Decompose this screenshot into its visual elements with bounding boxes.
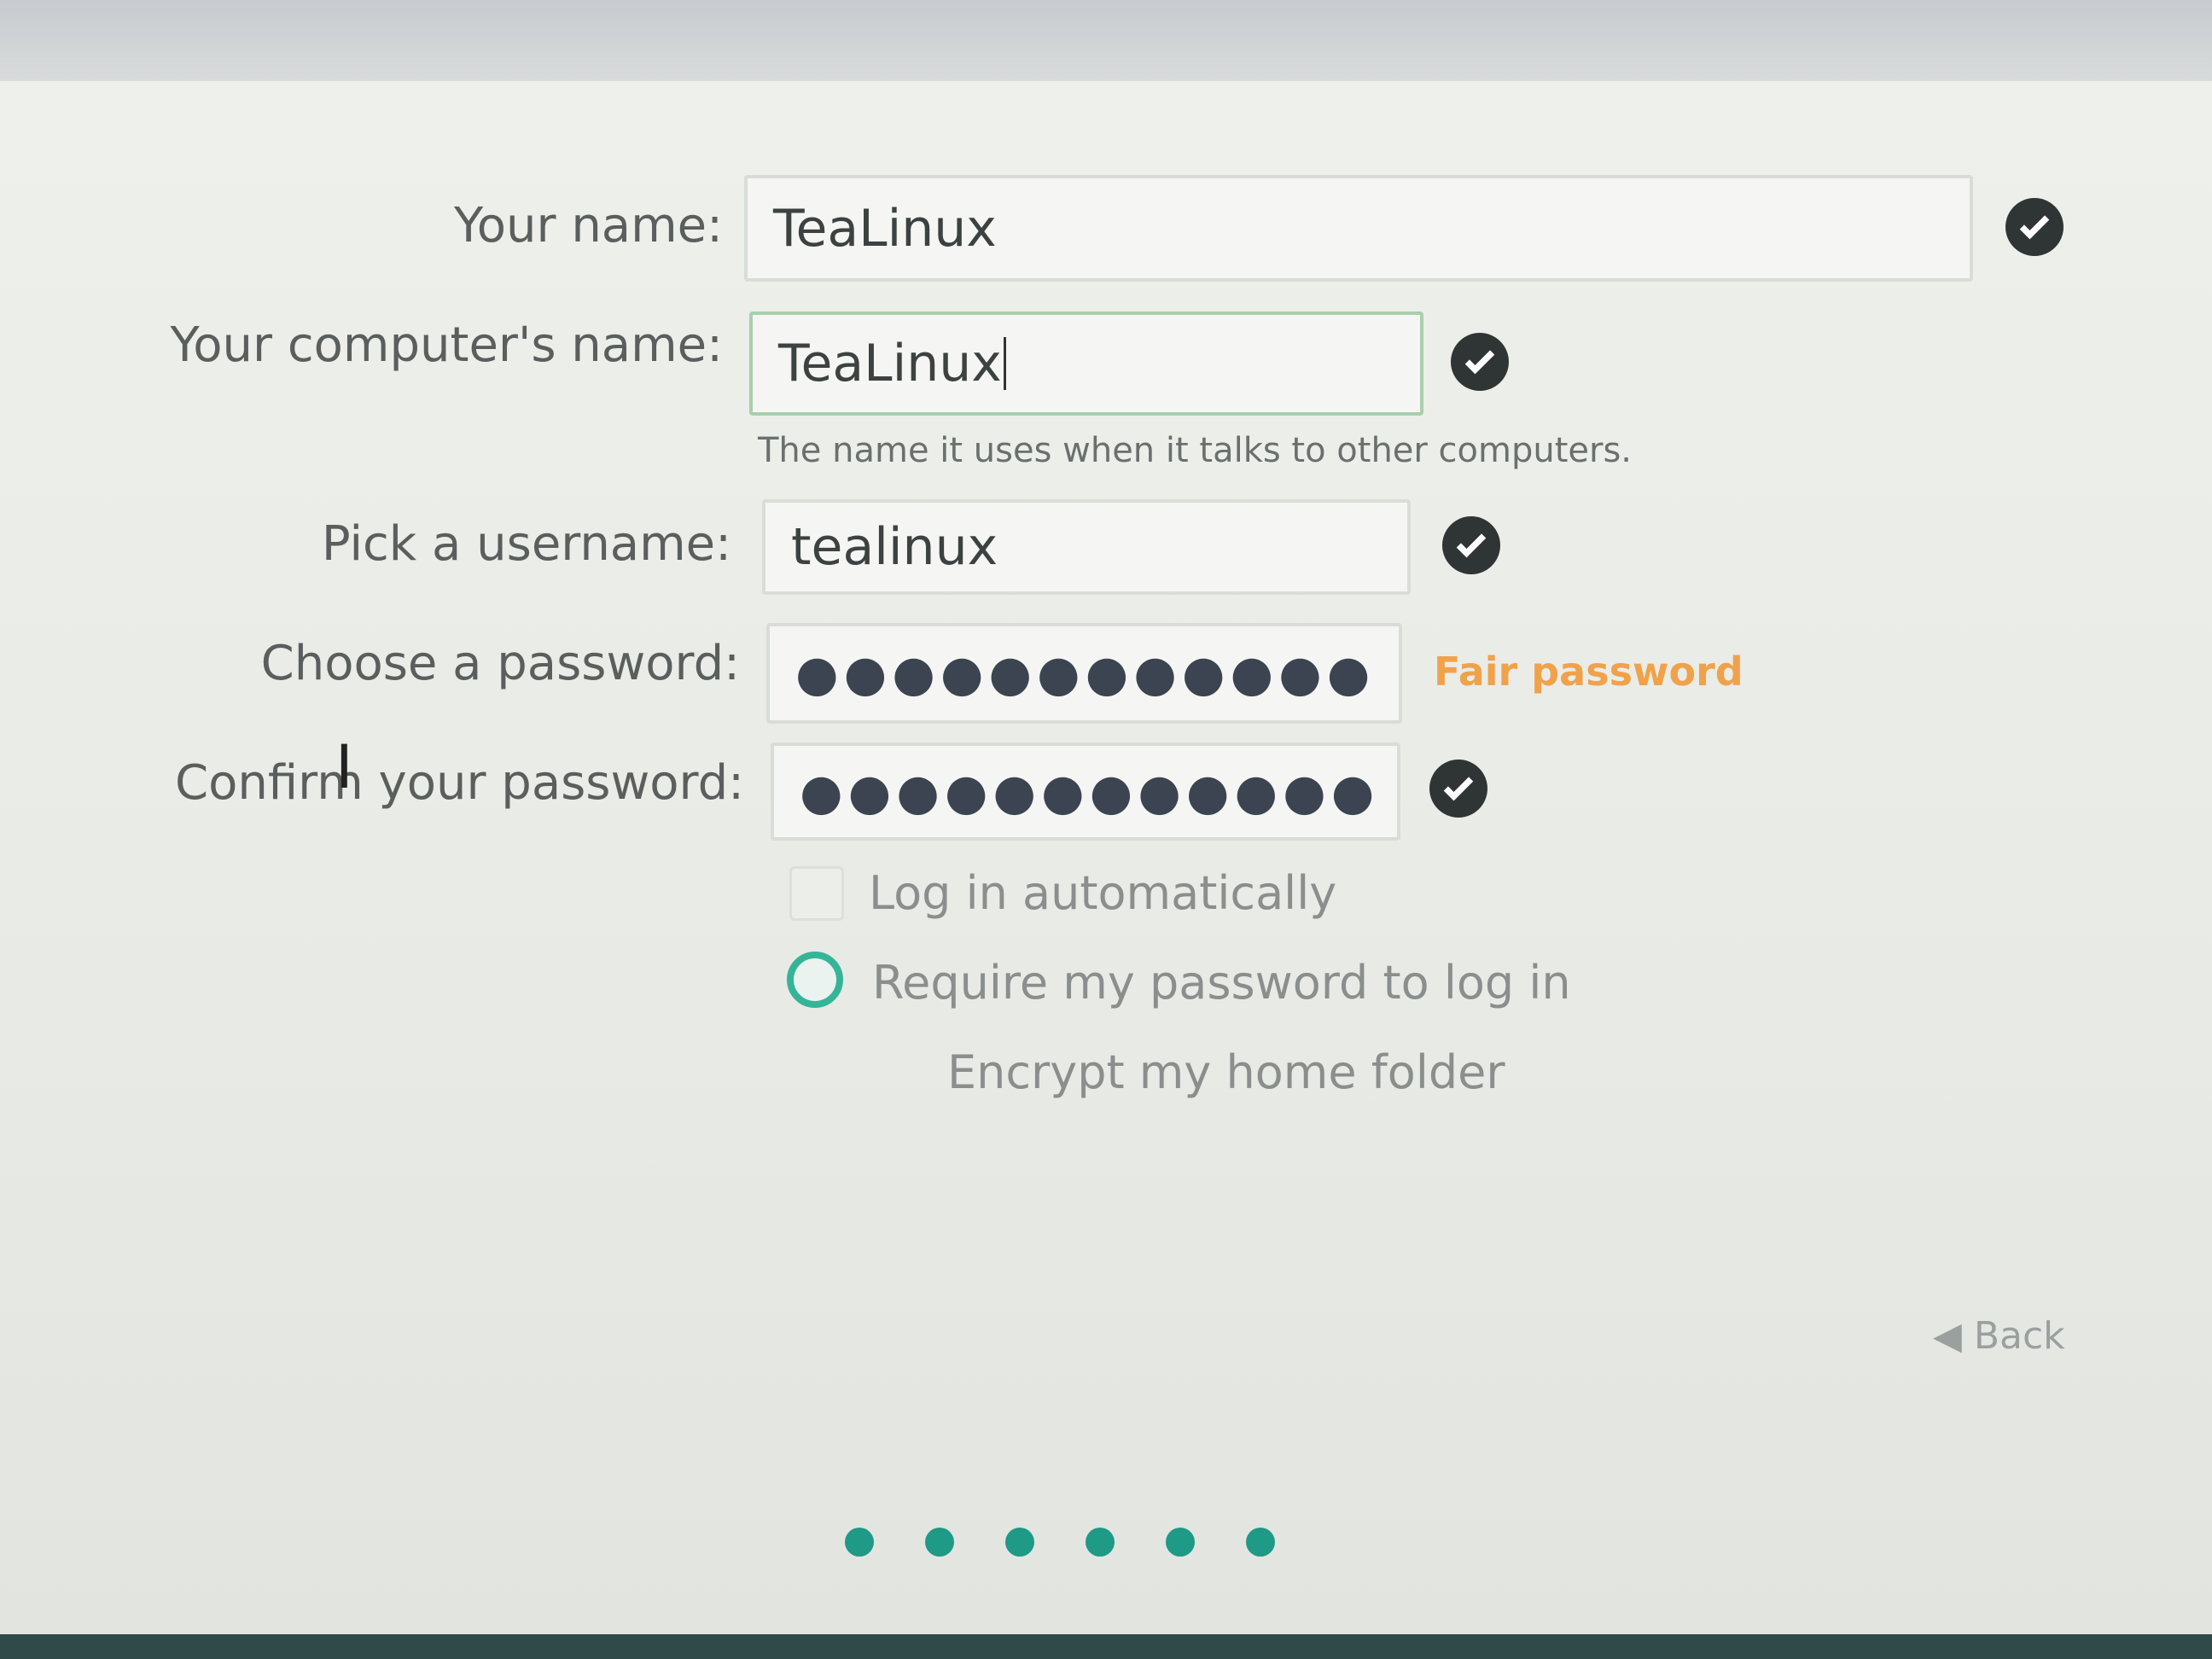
encrypt-home-label[interactable]: Encrypt my home folder [947,1045,1505,1099]
username-label: Pick a username: [321,516,731,572]
computer-name-label: Your computer's name: [170,317,723,373]
text-caret [1003,337,1006,390]
auto-login-checkbox[interactable] [789,866,844,921]
step-dot [1086,1528,1115,1557]
confirm-password-input[interactable]: ●●●●●●●●●●●● [771,742,1400,841]
computer-name-valid-icon [1451,333,1509,391]
step-indicator [845,1528,1275,1557]
require-password-radio[interactable] [787,952,843,1008]
computer-name-hint: The name it uses when it talks to other … [758,431,1633,470]
step-dot [845,1528,874,1557]
back-arrow-icon: ◀ [1933,1314,1962,1358]
username-valid-icon [1442,516,1500,574]
step-dot [925,1528,954,1557]
your-name-label: Your name: [453,198,723,253]
your-name-value: TeaLinux [773,198,997,259]
password-label: Choose a password: [260,636,740,691]
your-name-valid-icon [2005,198,2064,256]
username-input[interactable]: tealinux [762,499,1411,595]
confirm-password-dots: ●●●●●●●●●●●● [800,762,1380,821]
step-dot [1166,1528,1195,1557]
auto-login-label[interactable]: Log in automatically [869,866,1336,920]
step-dot [1005,1528,1034,1557]
confirm-password-valid-icon [1429,760,1487,818]
password-input[interactable]: ●●●●●●●●●●●● [766,623,1402,724]
ibeam-cursor-icon: I [335,732,353,802]
back-label: Back [1973,1314,2065,1358]
computer-name-input[interactable]: TeaLinux [749,311,1423,416]
bottom-taskbar [0,1634,2212,1659]
your-name-input[interactable]: TeaLinux [744,175,1973,282]
password-strength: Fair password [1434,649,1743,695]
password-dots: ●●●●●●●●●●●● [795,644,1376,702]
computer-name-value: TeaLinux [778,334,1002,393]
window-top-bar [0,0,2212,81]
username-value: tealinux [791,517,998,577]
require-password-label[interactable]: Require my password to log in [872,956,1571,1010]
back-button[interactable]: ◀ Back [1933,1314,2065,1358]
confirm-password-label: Confirm your password: [175,755,744,811]
step-dot [1246,1528,1275,1557]
